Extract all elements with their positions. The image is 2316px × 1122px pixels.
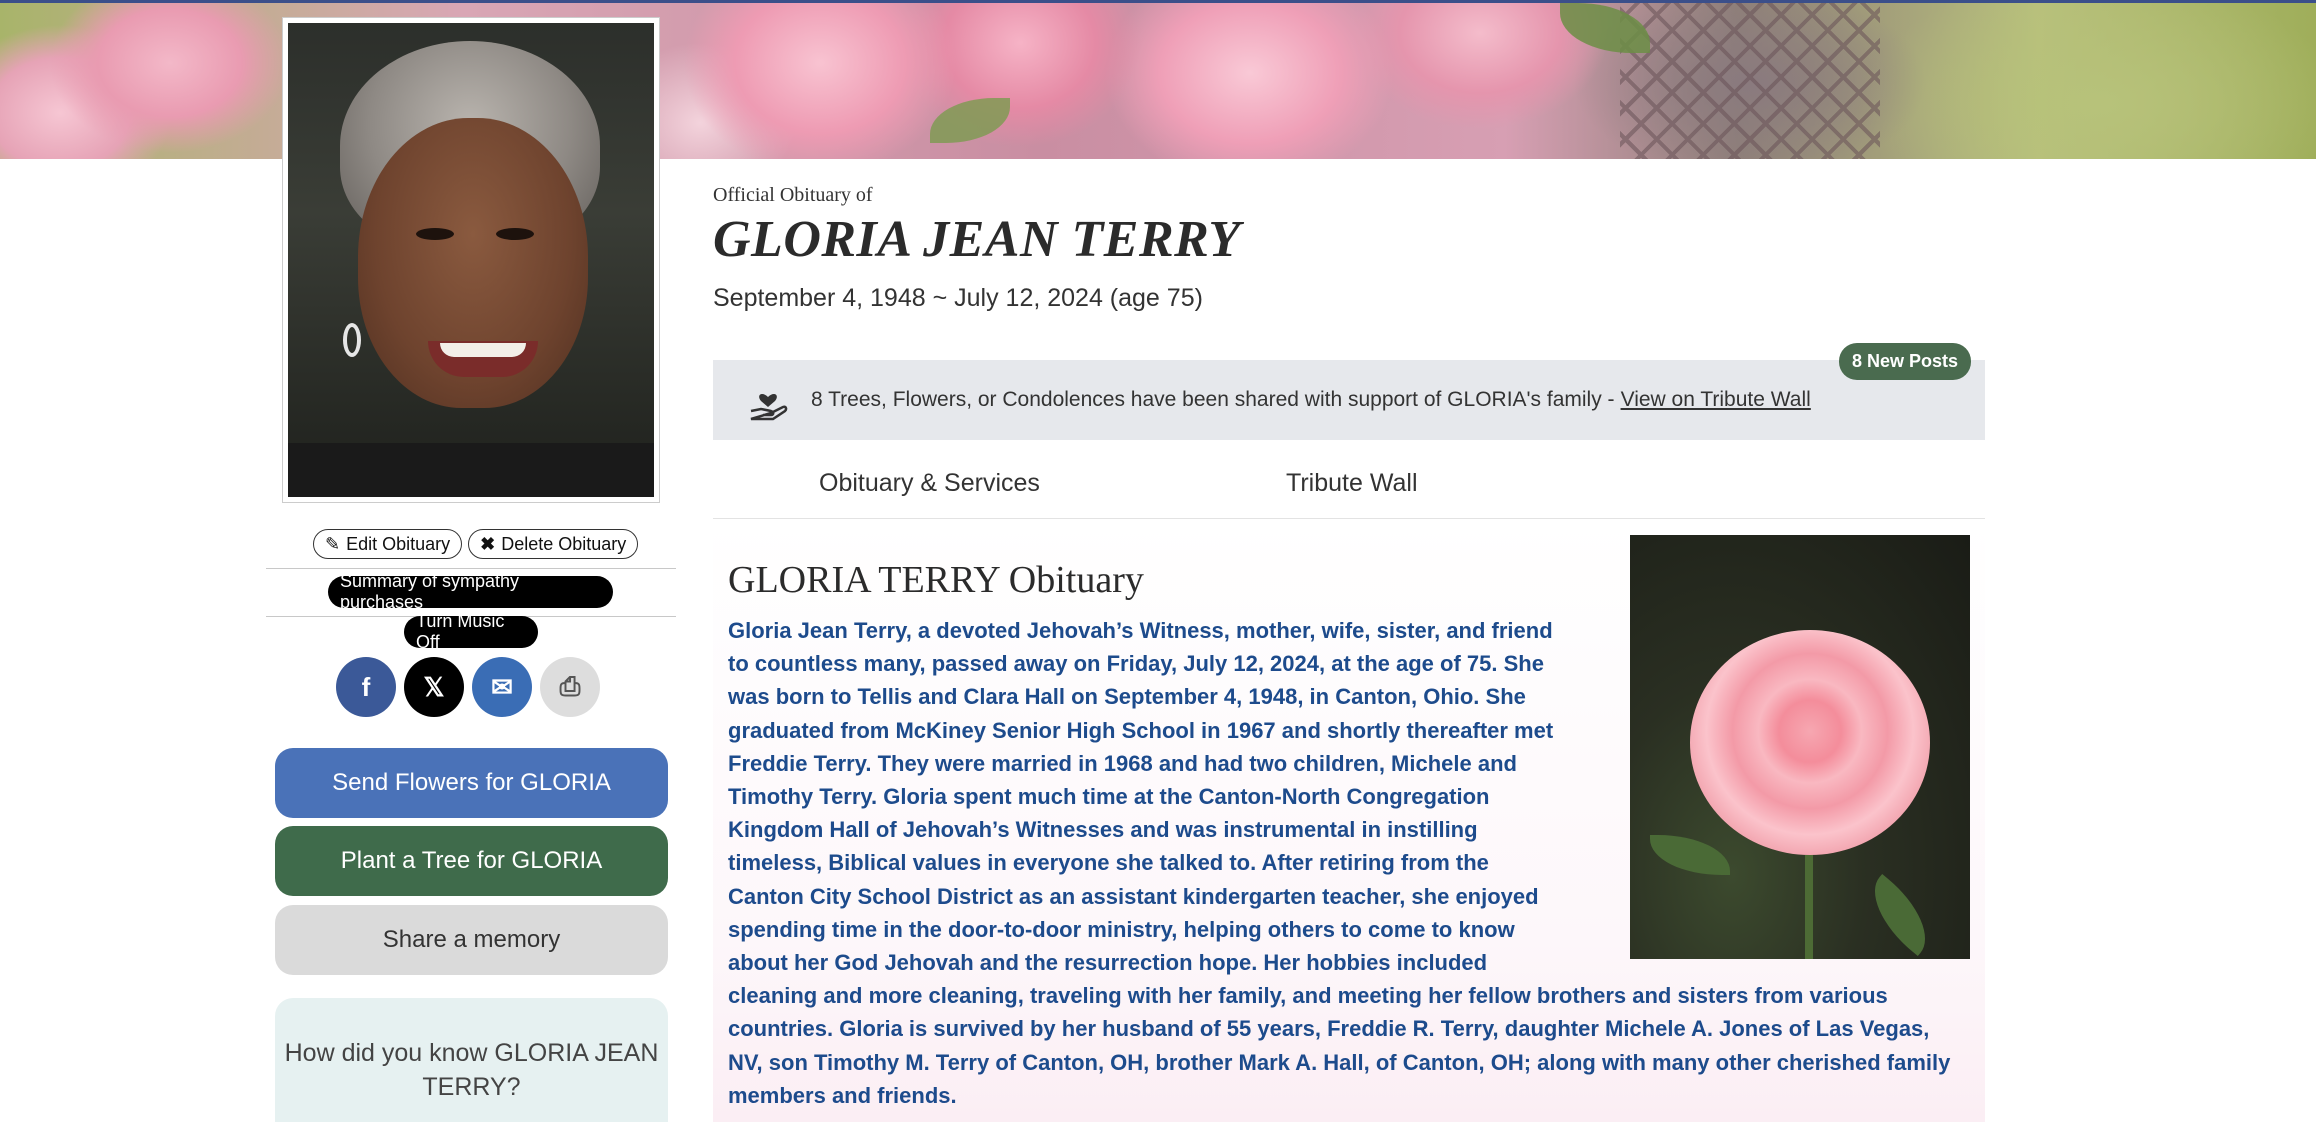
portrait-photo bbox=[288, 23, 654, 497]
music-toggle-button[interactable]: Turn Music Off bbox=[404, 611, 538, 652]
banner-leaf bbox=[930, 98, 1010, 143]
heart-hand-icon bbox=[750, 394, 788, 421]
portrait-frame bbox=[282, 17, 660, 503]
obituary-text-block: Gloria Jean Terry, a devoted Jehovah’s W… bbox=[728, 614, 1958, 1112]
email-icon[interactable]: ✉ bbox=[472, 657, 532, 717]
send-flowers-button[interactable]: Send Flowers for GLORIA bbox=[275, 748, 668, 818]
pencil-icon: ✎ bbox=[325, 533, 341, 554]
edit-obituary-button[interactable]: ✎ Edit Obituary bbox=[313, 529, 463, 559]
sympathy-summary-button[interactable]: Summary of sympathy purchases bbox=[328, 571, 613, 612]
obituary-title: GLORIA TERRY Obituary bbox=[728, 559, 1144, 601]
x-twitter-icon[interactable]: 𝕏 bbox=[404, 657, 464, 717]
official-label: Official Obituary of bbox=[713, 184, 873, 206]
edit-obituary-label: Edit Obituary bbox=[346, 533, 451, 554]
banner-fence bbox=[1620, 3, 1880, 159]
print-icon[interactable]: ⎙ bbox=[540, 657, 600, 717]
how-did-you-know-prompt: How did you know GLORIA JEAN TERRY? bbox=[275, 998, 668, 1122]
divider bbox=[266, 568, 676, 569]
tribute-summary-bar: 8 Trees, Flowers, or Condolences have be… bbox=[713, 360, 1985, 440]
plant-tree-button[interactable]: Plant a Tree for GLORIA bbox=[275, 826, 668, 896]
new-posts-badge[interactable]: 8 New Posts bbox=[1839, 343, 1972, 380]
delete-obituary-button[interactable]: ✖ Delete Obituary bbox=[468, 529, 639, 559]
tribute-message: 8 Trees, Flowers, or Condolences have be… bbox=[811, 388, 1615, 411]
tab-obituary-services[interactable]: Obituary & Services bbox=[819, 469, 1040, 498]
tab-tribute-wall[interactable]: Tribute Wall bbox=[1286, 469, 1418, 498]
view-tribute-wall-link[interactable]: View on Tribute Wall bbox=[1621, 388, 1811, 412]
page-title: GLORIA JEAN TERRY bbox=[713, 211, 1241, 268]
facebook-icon[interactable]: f bbox=[336, 657, 396, 717]
life-dates: September 4, 1948 ~ July 12, 2024 (age 7… bbox=[713, 284, 1203, 312]
close-icon: ✖ bbox=[480, 533, 496, 554]
share-buttons: f 𝕏 ✉ ⎙ bbox=[336, 657, 600, 717]
obituary-tabs: Obituary & Services Tribute Wall bbox=[713, 455, 1985, 519]
delete-obituary-label: Delete Obituary bbox=[501, 533, 627, 554]
share-memory-button[interactable]: Share a memory bbox=[275, 905, 668, 975]
admin-actions: ✎ Edit Obituary ✖ Delete Obituary bbox=[313, 529, 639, 559]
